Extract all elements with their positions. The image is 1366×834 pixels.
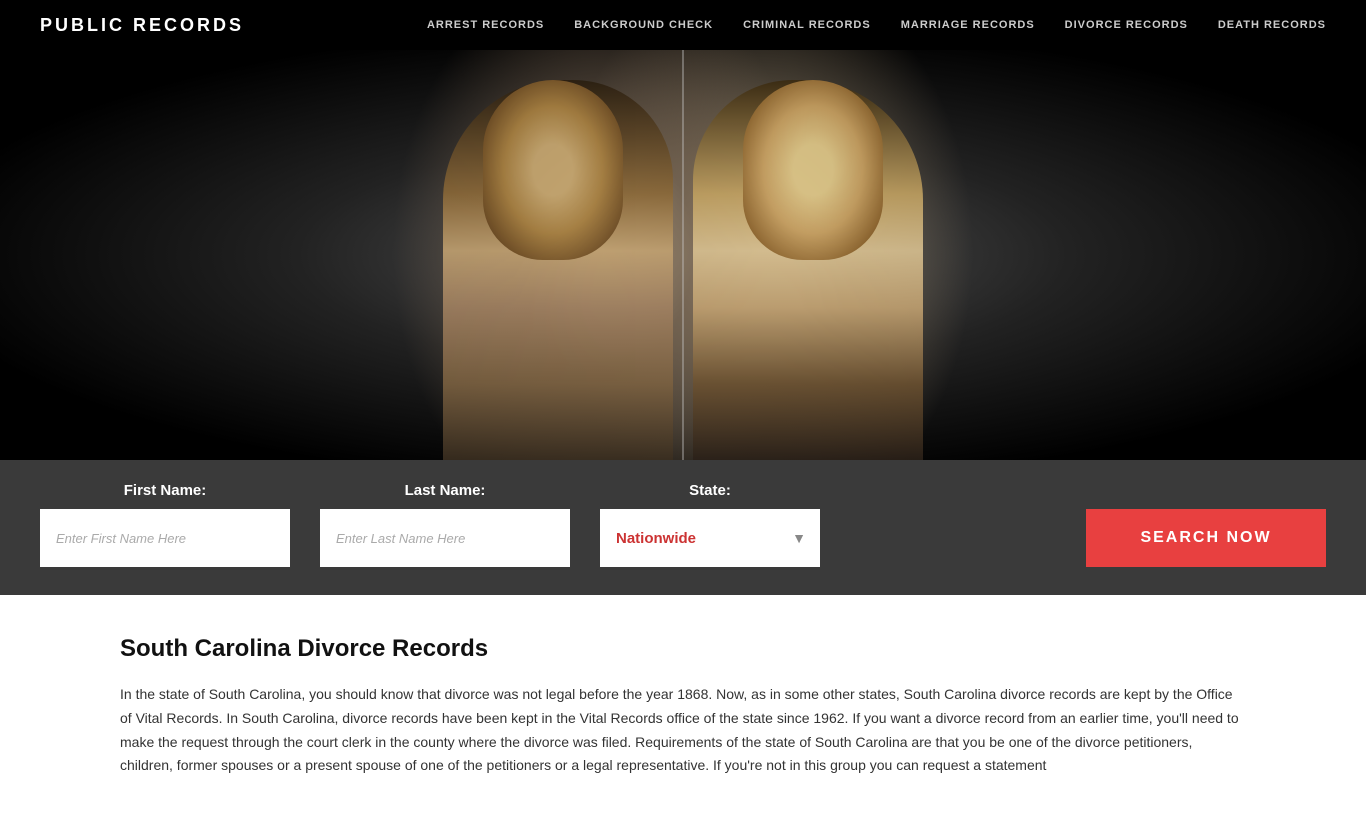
couple-visual	[383, 50, 983, 460]
nav-link-background-check[interactable]: BACKGROUND CHECK	[574, 19, 713, 31]
content-section: South Carolina Divorce Records In the st…	[0, 595, 1366, 834]
search-button-wrapper: SEARCH NOW	[1086, 509, 1326, 567]
first-name-label: First Name:	[40, 482, 290, 499]
search-fields-row: First Name: Last Name: State: Nationwide…	[40, 482, 1326, 567]
main-nav: ARREST RECORDS BACKGROUND CHECK CRIMINAL R…	[427, 19, 1326, 31]
hero-section	[0, 50, 1366, 460]
hero-couple-image	[383, 50, 983, 460]
state-field: State: NationwideAlabamaAlaskaArizonaArk…	[600, 482, 820, 567]
search-now-button[interactable]: SEARCH NOW	[1086, 509, 1326, 567]
person-left-silhouette	[443, 80, 673, 460]
nav-link-marriage-records[interactable]: MARRIAGE RECORDS	[901, 19, 1035, 31]
first-name-input[interactable]	[40, 509, 290, 567]
last-name-input[interactable]	[320, 509, 570, 567]
content-paragraph-1: In the state of South Carolina, you shou…	[120, 683, 1246, 778]
site-header: PUBLIC RECORDS ARREST RECORDS BACKGROUND …	[0, 0, 1366, 50]
state-select-wrapper: NationwideAlabamaAlaskaArizonaArkansasCa…	[600, 509, 820, 567]
nav-link-divorce-records[interactable]: DIVORCE RECORDS	[1065, 19, 1188, 31]
state-label: State:	[600, 482, 820, 499]
state-select[interactable]: NationwideAlabamaAlaskaArizonaArkansasCa…	[600, 509, 820, 567]
couple-divider	[682, 50, 684, 460]
last-name-field: Last Name:	[320, 482, 570, 567]
nav-link-criminal-records[interactable]: CRIMINAL RECORDS	[743, 19, 871, 31]
nav-link-death-records[interactable]: DEATH RECORDS	[1218, 19, 1326, 31]
nav-link-arrest-records[interactable]: ARREST RECORDS	[427, 19, 544, 31]
content-title: South Carolina Divorce Records	[120, 635, 1246, 663]
person-right-silhouette	[693, 80, 923, 460]
last-name-label: Last Name:	[320, 482, 570, 499]
search-panel: First Name: Last Name: State: Nationwide…	[0, 460, 1366, 595]
site-logo[interactable]: PUBLIC RECORDS	[40, 15, 244, 36]
first-name-field: First Name:	[40, 482, 290, 567]
